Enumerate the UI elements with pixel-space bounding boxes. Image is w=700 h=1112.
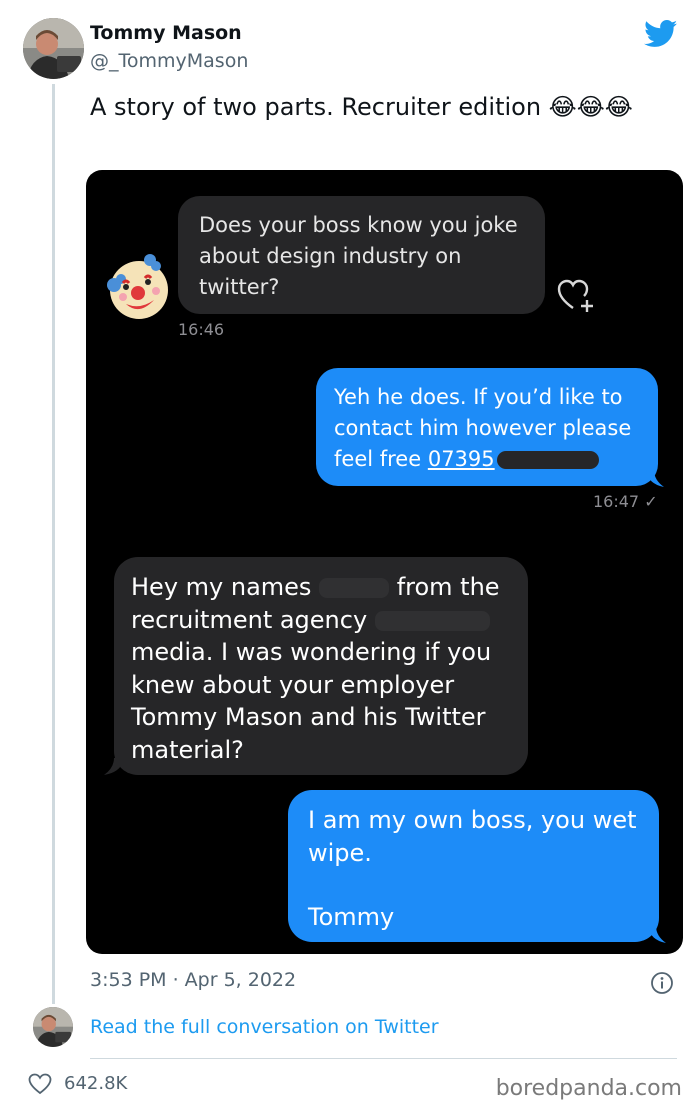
message-timestamp: 16:46 xyxy=(178,320,225,339)
bubble-tail xyxy=(102,758,124,776)
like-count: 642.8K xyxy=(64,1073,128,1094)
tweet-timestamp[interactable]: 3:53 PM · Apr 5, 2022 xyxy=(90,969,296,991)
watermark-text: boredpanda.com xyxy=(495,1076,682,1101)
author-name[interactable]: Tommy Mason xyxy=(90,22,242,44)
message-text: Hey my names xyxy=(131,573,320,601)
chat-screenshot: Does your boss know you joke about desig… xyxy=(86,170,683,954)
author-handle[interactable]: @_TommyMason xyxy=(90,50,248,72)
message-bubble-outgoing: I am my own boss, you wet wipe. Tommy xyxy=(288,790,659,942)
tweet-text: A story of two parts. Recruiter edition … xyxy=(90,93,633,121)
divider xyxy=(90,1058,677,1059)
author-avatar-small[interactable] xyxy=(33,1007,73,1047)
message-line xyxy=(308,869,659,901)
message-line: Does your boss know you joke xyxy=(199,213,518,237)
like-heart-icon[interactable] xyxy=(28,1073,52,1095)
phone-number-link[interactable]: 07395 xyxy=(428,447,495,471)
info-icon[interactable] xyxy=(650,971,674,995)
message-timestamp: 16:47 ✓ xyxy=(593,492,658,511)
redaction-bar xyxy=(374,610,490,631)
message-line: feel free 07395 xyxy=(334,444,658,475)
message-text: feel free xyxy=(334,447,428,471)
message-text: from the xyxy=(389,573,500,601)
message-line: Tommy Mason and his Twitter xyxy=(131,703,486,731)
clown-face-emoji xyxy=(102,252,172,322)
redaction-bar xyxy=(496,451,599,469)
twitter-bird-icon[interactable] xyxy=(644,20,678,48)
message-bubble-incoming: Does your boss know you joke about desig… xyxy=(178,196,545,314)
message-line: Hey my names from the xyxy=(131,571,528,604)
message-bubble-outgoing: Yeh he does. If you’d like to contact hi… xyxy=(316,368,658,486)
message-line: Yeh he does. If you’d like to xyxy=(334,385,623,409)
message-line: I am my own boss, you wet xyxy=(308,806,637,834)
message-line: media. I was wondering if you xyxy=(131,638,492,666)
author-avatar[interactable] xyxy=(23,18,84,79)
message-line: about design industry on xyxy=(199,244,462,268)
bubble-tail xyxy=(648,926,668,944)
message-bubble-incoming: Hey my names from the recruitment agency… xyxy=(114,557,528,775)
message-signoff: Tommy xyxy=(308,903,395,931)
message-line: contact him however please xyxy=(334,416,632,440)
message-line: recruitment agency xyxy=(131,604,528,637)
thread-line xyxy=(52,84,55,1004)
message-line: wipe. xyxy=(308,838,372,867)
message-line: twitter? xyxy=(199,275,280,299)
message-line: material? xyxy=(131,735,244,764)
message-text: recruitment agency xyxy=(131,605,375,634)
redaction-bar xyxy=(319,578,390,598)
bubble-tail xyxy=(646,470,666,488)
message-line: knew about your employer xyxy=(131,670,455,699)
heart-plus-icon[interactable] xyxy=(557,278,597,314)
read-full-conversation-link[interactable]: Read the full conversation on Twitter xyxy=(90,1016,439,1038)
